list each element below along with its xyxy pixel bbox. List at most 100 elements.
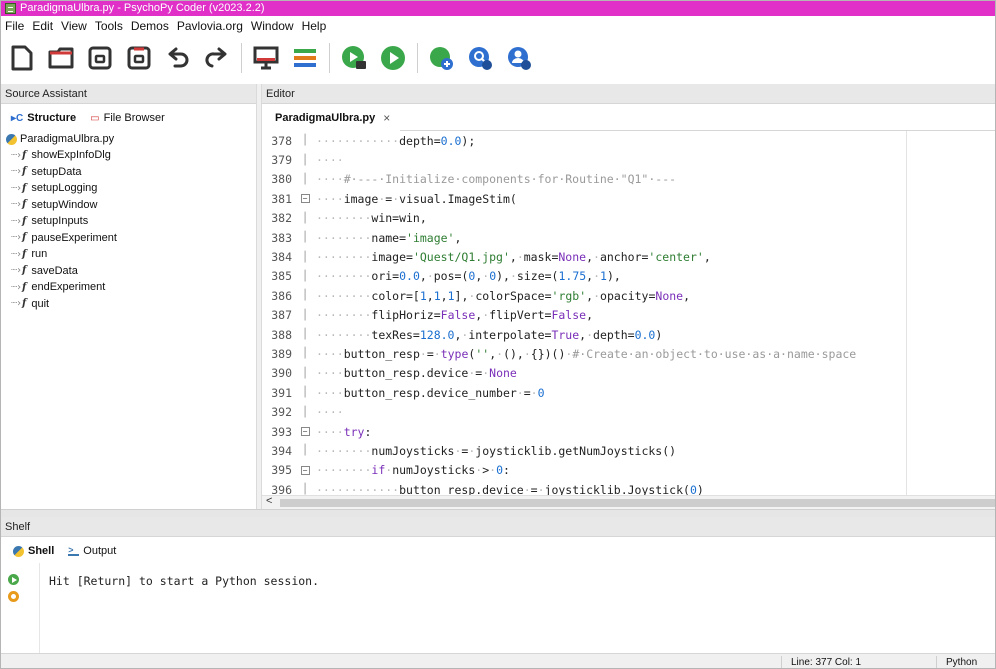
tab-structure[interactable]: ▸C Structure <box>11 112 76 124</box>
tree-item[interactable]: ┈› f setupLogging <box>1 180 256 197</box>
scrollbar-thumb[interactable] <box>280 499 995 507</box>
code-text: ····image·=·visual.ImageStim( <box>316 191 517 206</box>
horizontal-scrollbar[interactable]: < <box>262 495 995 509</box>
menu-edit[interactable]: Edit <box>32 19 53 33</box>
code-line[interactable]: 390 │ ····button_resp.device·=·None <box>262 364 995 383</box>
code-line[interactable]: 380 │ ····#·---·Initialize·components·for·… <box>262 170 995 189</box>
stop-session-icon[interactable] <box>8 591 19 602</box>
tab-output-label: Output <box>83 545 117 557</box>
function-icon: f <box>22 265 27 277</box>
code-line[interactable]: 383 │ ········name='image', <box>262 228 995 247</box>
code-text: ····button_resp.device_number·=·0 <box>316 385 545 400</box>
code-line[interactable]: 394 │ ········numJoysticks·=·joysticklib.g… <box>262 441 995 460</box>
line-number: 392 <box>271 405 292 420</box>
undo-icon <box>168 47 189 68</box>
tree-item[interactable]: ┈› f pauseExperiment <box>1 230 256 247</box>
line-number: 386 <box>271 288 292 303</box>
menu-demos[interactable]: Demos <box>131 19 169 33</box>
code-line[interactable]: 393− ····try: <box>262 422 995 441</box>
code-line[interactable]: 396 │ ············button_resp.device·=·joy… <box>262 480 995 495</box>
code-line[interactable]: 392 │ ···· <box>262 402 995 421</box>
python-file-icon <box>6 133 17 145</box>
line-number: 383 <box>271 230 292 245</box>
run-button[interactable] <box>378 43 408 73</box>
monitor-center-button[interactable] <box>251 43 281 73</box>
fold-guide: │ <box>301 232 309 244</box>
save-button[interactable] <box>85 43 115 73</box>
fold-toggle-icon[interactable]: − <box>294 427 316 437</box>
tree-item[interactable]: ┈› f setupInputs <box>1 213 256 230</box>
tree-item[interactable]: ┈› f showExpInfoDlg <box>1 147 256 164</box>
code-editor[interactable]: 378 │ ············depth=0.0); 379 │ ···· 380 │ ·… <box>262 131 995 495</box>
fold-toggle-icon[interactable]: − <box>294 194 316 204</box>
code-line[interactable]: 384 │ ········image='Quest/Q1.jpg',·mask=N… <box>262 247 995 266</box>
code-line[interactable]: 381− ····image·=·visual.ImageStim( <box>262 189 995 208</box>
tab-output[interactable]: > Output <box>68 545 116 557</box>
menu-tools[interactable]: Tools <box>95 19 123 33</box>
shell-message[interactable]: Hit [Return] to start a Python session. <box>49 574 319 588</box>
folder-icon: ▭ <box>90 112 100 124</box>
undo-button[interactable] <box>163 43 193 73</box>
menu-file[interactable]: File <box>5 19 24 33</box>
code-line[interactable]: 382 │ ········win=win, <box>262 209 995 228</box>
tab-shell-label: Shell <box>28 545 55 557</box>
tree-item-label: setupInputs <box>31 215 89 228</box>
redo-button[interactable] <box>202 43 232 73</box>
code-line[interactable]: 395− ········if·numJoysticks·>·0: <box>262 461 995 480</box>
menu-help[interactable]: Help <box>302 19 327 33</box>
horizontal-splitter[interactable] <box>1 509 995 517</box>
app-window: ParadigmaUlbra.py - PsychoPy Coder (v202… <box>0 0 996 669</box>
open-folder-icon <box>48 47 74 69</box>
pavlovia-sync-button[interactable] <box>427 43 457 73</box>
tree-item[interactable]: ┈› f setupWindow <box>1 197 256 214</box>
structure-icon: ▸C <box>11 112 24 124</box>
run-script-icon <box>342 46 366 69</box>
save-as-button[interactable] <box>124 43 154 73</box>
code-line[interactable]: 385 │ ········ori=0.0,·pos=(0,·0),·size=(1… <box>262 267 995 286</box>
open-file-button[interactable] <box>46 43 76 73</box>
run-in-pilot-button[interactable] <box>339 43 369 73</box>
tree-item[interactable]: ┈› f run <box>1 246 256 263</box>
code-text: ····try: <box>316 424 372 439</box>
tab-shell[interactable]: Shell <box>13 545 54 557</box>
tree-item[interactable]: ┈› f setupData <box>1 164 256 181</box>
code-line[interactable]: 389 │ ····button_resp·=·type('',·(),·{})()… <box>262 344 995 363</box>
edge-guide-line <box>906 131 907 495</box>
tree-item[interactable]: ┈› f endExperiment <box>1 279 256 296</box>
menu-view[interactable]: View <box>61 19 87 33</box>
color-picker-button[interactable] <box>290 43 320 73</box>
tree-branch-icon: ┈› <box>11 265 22 277</box>
code-line[interactable]: 386 │ ········color=[1,1,1],·colorSpace='r… <box>262 286 995 305</box>
function-icon: f <box>22 199 27 211</box>
fold-toggle-icon[interactable]: − <box>294 465 316 475</box>
line-number: 391 <box>271 385 292 400</box>
fold-guide: │ <box>301 212 309 224</box>
start-session-icon[interactable] <box>8 574 19 585</box>
fold-guide: │ <box>301 367 309 379</box>
code-line[interactable]: 388 │ ········texRes=128.0,·interpolate=Tr… <box>262 325 995 344</box>
menu-pavlovia[interactable]: Pavlovia.org <box>177 19 243 33</box>
tree-item[interactable]: ┈› f saveData <box>1 263 256 280</box>
tree-item-label: quit <box>31 297 50 310</box>
code-line[interactable]: 379 │ ···· <box>262 150 995 169</box>
close-tab-icon[interactable]: × <box>383 111 390 125</box>
scroll-left-icon[interactable]: < <box>266 495 272 507</box>
pavlovia-user-button[interactable] <box>505 43 535 73</box>
pavlovia-search-button[interactable] <box>466 43 496 73</box>
function-icon: f <box>22 166 27 178</box>
tree-branch-icon: ┈› <box>11 166 22 178</box>
tree-item[interactable]: ┈› f quit <box>1 296 256 313</box>
menu-window[interactable]: Window <box>251 19 294 33</box>
python-icon <box>13 545 24 557</box>
code-line[interactable]: 387 │ ········flipHoriz=False,·flipVert=Fa… <box>262 306 995 325</box>
code-text: ········win=win, <box>316 211 427 226</box>
code-line[interactable]: 391 │ ····button_resp.device_number·=·0 <box>262 383 995 402</box>
tab-file-browser[interactable]: ▭ File Browser <box>90 112 165 124</box>
editor-tab[interactable]: ParadigmaUlbra.py × <box>262 107 401 131</box>
status-separator <box>936 656 937 668</box>
tree-root[interactable]: ParadigmaUlbra.py <box>1 131 256 147</box>
toolbar <box>1 35 995 81</box>
new-file-button[interactable] <box>7 43 37 73</box>
code-line[interactable]: 378 │ ············depth=0.0); <box>262 131 995 150</box>
new-file-icon <box>11 45 33 71</box>
